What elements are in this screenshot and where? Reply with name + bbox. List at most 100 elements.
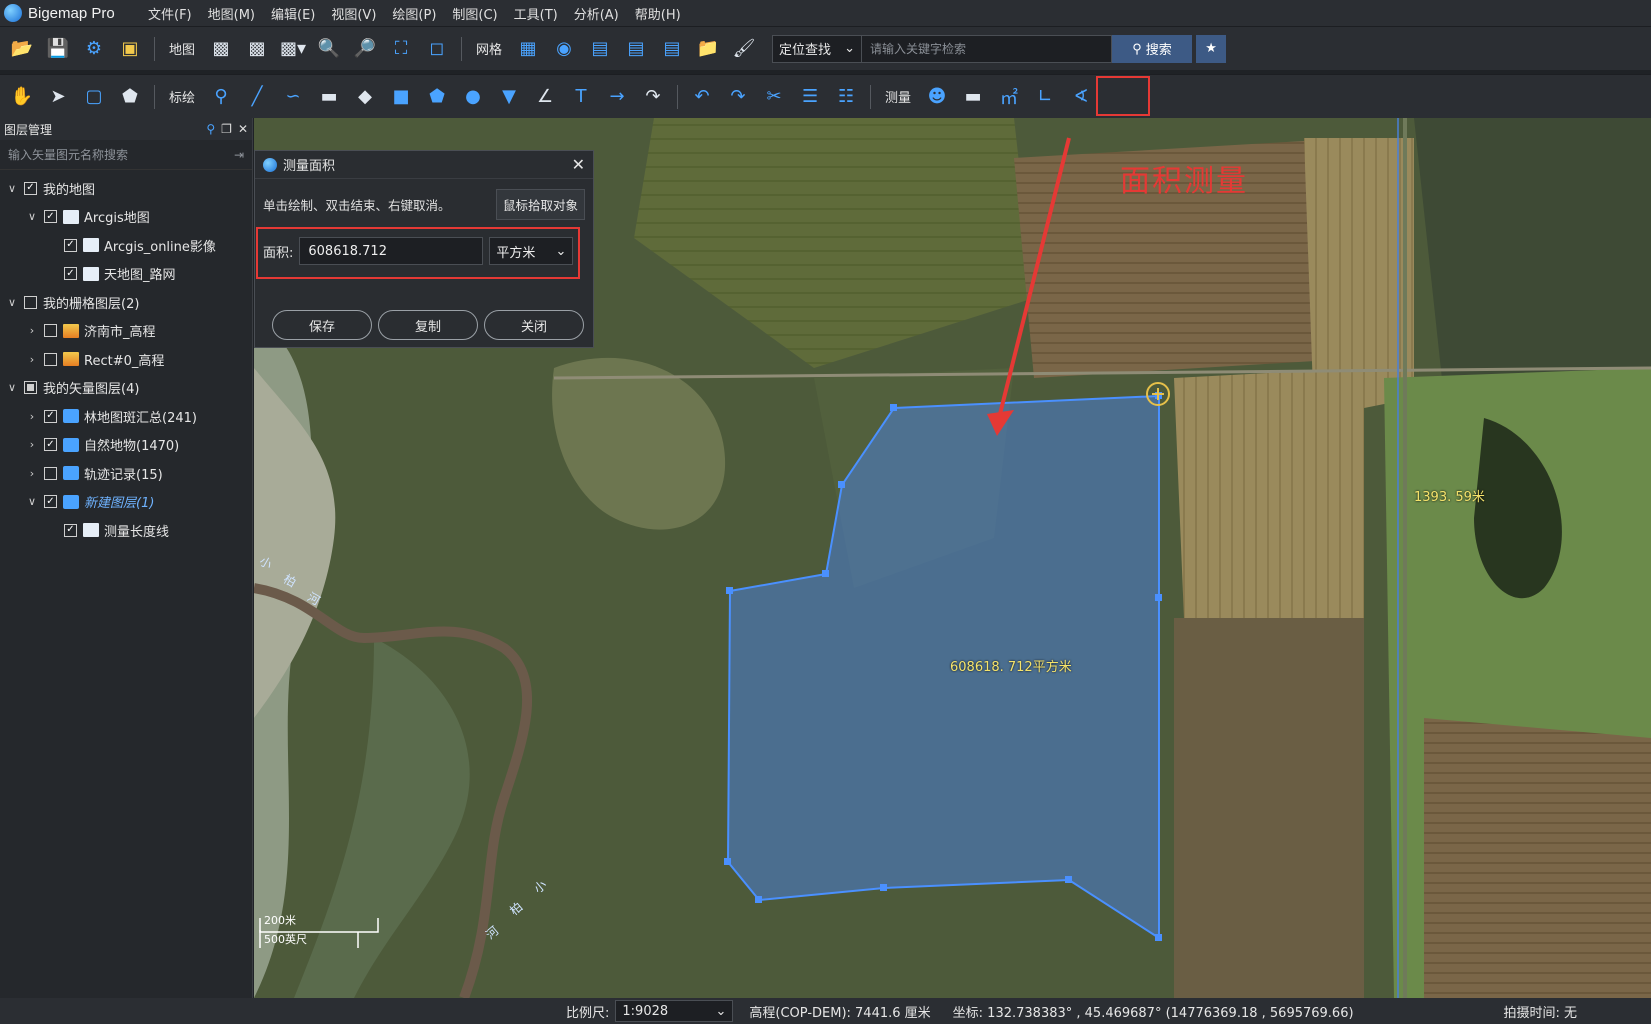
text-tool-icon[interactable]: T	[566, 82, 596, 112]
close-icon[interactable]: ✕	[572, 155, 585, 174]
layer-tree-item[interactable]: › ✓ 自然地物(1470)	[0, 431, 252, 460]
search-button[interactable]: ⚲ 搜索	[1112, 34, 1193, 63]
layer-tree-item[interactable]: ✓ 测量长度线	[0, 516, 252, 545]
attribute-table-icon[interactable]: ☷	[831, 82, 861, 112]
save-icon[interactable]: 💾	[43, 34, 73, 64]
mgrs-grid-icon[interactable]: ▤	[657, 34, 687, 64]
layer-search-toggle-icon[interactable]: ⚲	[206, 122, 215, 136]
select-arrow-icon[interactable]: ➤	[43, 82, 73, 112]
scissors-icon[interactable]: ✂	[759, 82, 789, 112]
folder-icon[interactable]: 📁	[693, 34, 723, 64]
menu-draw[interactable]: 绘图(P)	[384, 4, 444, 23]
layer-checkbox[interactable]: ✓	[44, 210, 57, 224]
menu-tools[interactable]: 工具(T)	[506, 4, 566, 23]
close-icon[interactable]: ✕	[238, 122, 248, 136]
layer-tree-item[interactable]: › Rect#0_高程	[0, 345, 252, 374]
measure-length-icon[interactable]: ▬	[958, 82, 988, 112]
attribute-list-icon[interactable]: ☰	[795, 82, 825, 112]
zoom-in-icon[interactable]: 🔍	[314, 34, 344, 64]
chevron-down-icon[interactable]: ∨	[4, 381, 20, 394]
measure-azimuth-icon[interactable]: ∢	[1066, 82, 1096, 112]
layer-checkbox[interactable]: ✓	[24, 181, 37, 195]
measure-angle-icon[interactable]: ∠	[530, 82, 560, 112]
km-grid-icon[interactable]: ▤	[585, 34, 615, 64]
layer-checkbox[interactable]: ✓	[44, 409, 57, 423]
measure-height-icon[interactable]: ∟	[1030, 82, 1060, 112]
pentagon-icon[interactable]: ⬟	[422, 82, 452, 112]
layer-tree-item[interactable]: ✓ 天地图_路网	[0, 260, 252, 289]
favorite-star-icon[interactable]: ★	[1196, 34, 1227, 63]
rectangle-icon[interactable]: ▬	[314, 82, 344, 112]
satellite-map-icon[interactable]: ▩	[206, 34, 236, 64]
zoom-extent-icon[interactable]: ⛶	[386, 34, 416, 64]
pick-object-button[interactable]: 鼠标拾取对象	[495, 189, 585, 220]
layer-tree-item[interactable]: ∨ ✓ Arcgis地图	[0, 203, 252, 232]
layer-checkbox[interactable]: ✓	[64, 267, 77, 281]
layer-checkbox[interactable]: ✓	[64, 523, 77, 537]
polygon-select-icon[interactable]: ⬟	[115, 82, 145, 112]
layer-tree-item[interactable]: › 济南市_高程	[0, 317, 252, 346]
layer-checkbox[interactable]: ✓	[64, 238, 77, 252]
marker-pin-icon[interactable]: ⚲	[206, 82, 236, 112]
image-icon[interactable]: ▣	[115, 34, 145, 64]
layer-tree-item[interactable]: › 轨迹记录(15)	[0, 459, 252, 488]
search-input[interactable]	[862, 34, 1113, 63]
layer-search-field[interactable]: 输入矢量图元名称搜索 ⇥	[0, 140, 252, 170]
diamond-icon[interactable]: ◆	[350, 82, 380, 112]
redo-icon[interactable]: ↷	[723, 82, 753, 112]
collapse-panel-icon[interactable]: ⇥	[234, 148, 244, 162]
undo-icon[interactable]: ↶	[687, 82, 717, 112]
layer-checkbox[interactable]	[44, 466, 57, 480]
polyline-icon[interactable]: ╱	[242, 82, 272, 112]
layer-checkbox[interactable]: ✓	[44, 495, 57, 509]
menu-edit[interactable]: 编辑(E)	[263, 4, 323, 23]
layer-tree-item[interactable]: › ✓ 林地图斑汇总(241)	[0, 402, 252, 431]
zoom-out-icon[interactable]: 🔎	[350, 34, 380, 64]
sector-icon[interactable]: ▼	[494, 82, 524, 112]
layer-tree-item[interactable]: ∨ 我的矢量图层(4)	[0, 374, 252, 403]
menu-help[interactable]: 帮助(H)	[627, 4, 689, 23]
grid-icon[interactable]: ▦	[513, 34, 543, 64]
brush-icon[interactable]: 🖌	[729, 34, 759, 64]
chevron-right-icon[interactable]: ›	[24, 467, 40, 480]
layer-tree-item[interactable]: ✓ Arcgis_online影像	[0, 231, 252, 260]
menu-file[interactable]: 文件(F)	[140, 4, 200, 23]
chevron-down-icon[interactable]: ∨	[4, 182, 20, 195]
menu-analysis[interactable]: 分析(A)	[566, 4, 627, 23]
menu-map[interactable]: 地图(M)	[200, 4, 263, 23]
measure-point-icon[interactable]: ☻	[922, 82, 952, 112]
layer-tree-item[interactable]: ∨ 我的栅格图层(2)	[0, 288, 252, 317]
arrow-tool-icon[interactable]: →	[602, 82, 632, 112]
chevron-down-icon[interactable]: ∨	[24, 495, 40, 508]
chevron-right-icon[interactable]: ›	[24, 438, 40, 451]
square-icon[interactable]: ■	[386, 82, 416, 112]
map-source-dropdown-icon[interactable]: ▩▾	[278, 34, 308, 64]
utm-grid-icon[interactable]: ◉	[549, 34, 579, 64]
search-type-select[interactable]: 定位查找 ⌄	[772, 34, 863, 63]
menu-cartography[interactable]: 制图(C)	[444, 4, 505, 23]
layer-checkbox[interactable]	[44, 324, 57, 338]
chevron-down-icon[interactable]: ∨	[24, 210, 40, 223]
layer-checkbox[interactable]	[24, 295, 37, 309]
pan-hand-icon[interactable]: ✋	[7, 82, 37, 112]
layer-tree-item[interactable]: ∨ ✓ 我的地图	[0, 174, 252, 203]
full-extent-icon[interactable]: ◻	[422, 34, 452, 64]
layer-tree-item[interactable]: ∨ ✓ 新建图层(1)	[0, 488, 252, 517]
measure-area-icon[interactable]: ㎡	[994, 82, 1024, 112]
layer-checkbox[interactable]: ✓	[44, 438, 57, 452]
satellite-map-2-icon[interactable]: ▩	[242, 34, 272, 64]
open-folder-icon[interactable]: 📂	[7, 34, 37, 64]
save-button[interactable]: 保存	[272, 310, 372, 340]
chevron-right-icon[interactable]: ›	[24, 353, 40, 366]
freehand-line-icon[interactable]: ∽	[278, 82, 308, 112]
box-select-icon[interactable]: ▢	[79, 82, 109, 112]
curve-arrow-icon[interactable]: ↷	[638, 82, 668, 112]
chevron-down-icon[interactable]: ∨	[4, 296, 20, 309]
close-button[interactable]: 关闭	[484, 310, 584, 340]
float-panel-icon[interactable]: ❐	[221, 122, 232, 136]
scale-select[interactable]: 1:9028 ⌄	[615, 1000, 734, 1022]
nxm-grid-icon[interactable]: ▤	[621, 34, 651, 64]
chevron-right-icon[interactable]: ›	[24, 324, 40, 337]
chevron-right-icon[interactable]: ›	[24, 410, 40, 423]
circle-icon[interactable]: ●	[458, 82, 488, 112]
